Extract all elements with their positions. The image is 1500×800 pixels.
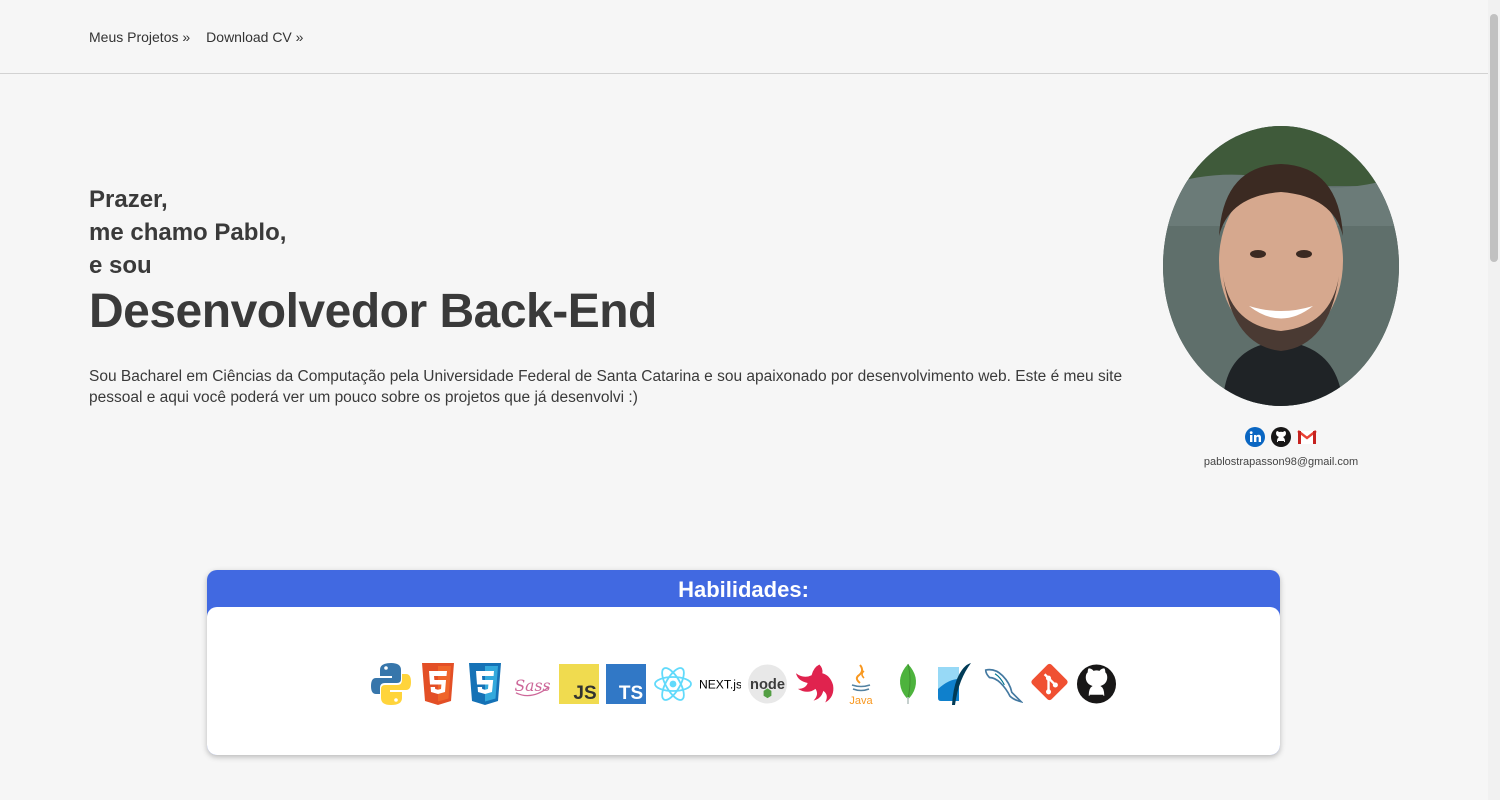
contact-email: pablostrapasson98@gmail.com [1203, 456, 1359, 468]
nav-link-projects[interactable]: Meus Projetos » [89, 29, 190, 45]
js-label: JS [573, 683, 596, 704]
sass-label: Sass [514, 677, 550, 695]
skills-icon-row: Sass JS TS NEXT.js node Java [207, 607, 1280, 755]
linkedin-icon[interactable] [1244, 426, 1266, 448]
python-icon [371, 660, 412, 708]
hero-greeting-line-1: Prazer, [89, 186, 168, 213]
avatar [1163, 126, 1399, 406]
javascript-icon: JS [559, 660, 600, 708]
java-icon: Java [841, 660, 882, 708]
ts-label: TS [619, 683, 643, 704]
git-icon [1029, 660, 1070, 708]
typescript-icon: TS [606, 660, 647, 708]
css3-icon [465, 660, 506, 708]
react-icon [653, 660, 694, 708]
mongodb-icon [888, 660, 929, 708]
github-skill-icon [1076, 660, 1117, 708]
hero-section: Prazer, me chamo Pablo, e sou Desenvolve… [89, 183, 1129, 408]
navbar: Meus Projetos » Download CV » [0, 0, 1488, 74]
scrollbar[interactable] [1488, 0, 1500, 800]
mysql-icon [982, 660, 1023, 708]
hero-greeting-line-3: e sou [89, 252, 152, 279]
profile-panel: pablostrapasson98@gmail.com [1163, 126, 1399, 468]
html5-icon [418, 660, 459, 708]
skills-title: Habilidades: [678, 577, 809, 602]
github-icon[interactable] [1270, 426, 1292, 448]
sass-icon: Sass [512, 660, 553, 708]
nextjs-icon: NEXT.js [700, 660, 741, 708]
avatar-photo [1163, 126, 1399, 406]
nestjs-icon [794, 660, 835, 708]
hero-role-title: Desenvolvedor Back-End [89, 285, 657, 338]
nav-link-download-cv[interactable]: Download CV » [206, 29, 303, 45]
next-label: NEXT.js [700, 678, 741, 692]
scrollbar-thumb[interactable] [1490, 14, 1498, 262]
sqlite-icon [935, 660, 976, 708]
hero-description: Sou Bacharel em Ciências da Computação p… [89, 368, 1123, 406]
hero-greeting-line-2: me chamo Pablo, [89, 219, 287, 246]
nodejs-icon: node [747, 660, 788, 708]
skills-card: Habilidades: Sass JS TS NEXT.js node Jav… [207, 570, 1280, 755]
social-links [1163, 426, 1399, 448]
gmail-icon[interactable] [1296, 426, 1318, 448]
java-label: Java [849, 695, 873, 707]
